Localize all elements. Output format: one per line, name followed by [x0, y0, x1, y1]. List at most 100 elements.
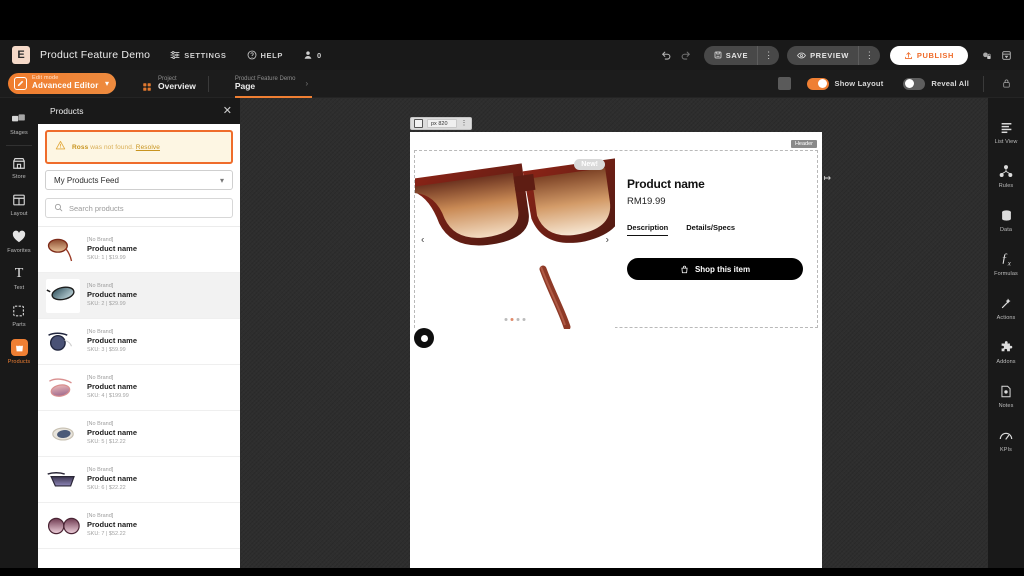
carousel-prev-button[interactable]: ‹ — [421, 235, 424, 246]
publish-button[interactable]: PUBLISH — [889, 45, 968, 65]
search-products-box[interactable]: Search products — [45, 198, 233, 218]
product-brand: [No Brand] — [87, 282, 114, 289]
header-section[interactable]: Header ↦ New! ‹ › Product name RM19.99 D… — [414, 140, 831, 329]
close-icon[interactable]: ✕ — [223, 105, 232, 117]
carousel-dot-active[interactable] — [510, 318, 514, 321]
products-panel-header: Products ✕ — [38, 98, 240, 124]
edit-mode-selector[interactable]: Edit mode Advanced Editor ▾ — [8, 73, 116, 94]
resize-handle-icon[interactable]: ↦ — [823, 173, 831, 184]
shop-this-item-button[interactable]: Shop this item — [627, 258, 803, 280]
product-thumbnail — [46, 232, 80, 267]
undo-button[interactable] — [656, 45, 676, 65]
sidebar-item-notes[interactable]: Notes — [988, 374, 1024, 418]
sidebar-item-favorites[interactable]: Favorites — [0, 222, 38, 259]
sidebar-item-addons[interactable]: Addons — [988, 330, 1024, 374]
resolve-link[interactable]: Resolve — [136, 144, 160, 151]
product-name: Product name — [87, 335, 138, 345]
help-menu-item[interactable]: HELP — [247, 50, 283, 60]
page-preview[interactable]: Header ↦ New! ‹ › Product name RM19.99 D… — [410, 132, 831, 576]
sidebar-label-actions: Actions — [996, 315, 1016, 321]
tab-details-specs[interactable]: Details/Specs — [686, 223, 735, 236]
sidebar-item-layout[interactable]: Layout — [0, 185, 38, 222]
list-item[interactable]: [No Brand] Product name SKU: 1 | $19.99 — [38, 227, 240, 273]
settings-menu-item[interactable]: SETTINGS — [170, 50, 226, 60]
show-layout-toggle-group[interactable]: Show Layout — [806, 77, 884, 90]
sidebar-label-parts: Parts — [12, 322, 26, 328]
archive-icon[interactable] — [996, 45, 1016, 65]
settings-label: SETTINGS — [184, 50, 227, 60]
carousel-dot[interactable] — [504, 318, 508, 321]
collaborators-count: 0 — [316, 50, 322, 60]
carousel-dot[interactable] — [516, 318, 520, 321]
product-tabs[interactable]: Description Details/Specs — [627, 223, 817, 236]
preview-button[interactable]: PREVIEW — [787, 51, 858, 60]
list-item[interactable]: [No Brand] Product name SKU: 4 | $199.99 — [38, 365, 240, 411]
products-list[interactable]: [No Brand] Product name SKU: 1 | $19.99 — [38, 226, 240, 576]
list-item[interactable]: [No Brand] Product name SKU: 6 | $22.22 — [38, 457, 240, 503]
carousel-next-button[interactable]: › — [606, 235, 609, 246]
canvas-size-toolbar[interactable]: px 820 ⋮ — [410, 117, 472, 130]
canvas-product-price: RM19.99 — [627, 196, 666, 207]
show-layout-toggle[interactable] — [806, 77, 829, 90]
list-item[interactable]: [No Brand] Product name SKU: 3 | $59.99 — [38, 319, 240, 365]
puzzle-icon — [998, 339, 1015, 356]
product-brand: [No Brand] — [87, 328, 114, 335]
reveal-all-toggle-group[interactable]: Reveal All — [903, 77, 969, 90]
preview-options-button[interactable]: ⋮ — [857, 45, 880, 65]
sidebar-label-data: Data — [999, 227, 1013, 233]
editor-canvas[interactable]: px 820 ⋮ Header ↦ New! ‹ › Product name … — [240, 98, 988, 576]
sidebar-item-list-view[interactable]: List View — [988, 110, 1024, 154]
carousel-dots[interactable] — [504, 318, 526, 321]
feed-select[interactable]: My Products Feed ▾ — [45, 170, 233, 190]
help-label: HELP — [260, 50, 283, 60]
help-icon — [247, 50, 257, 60]
collaborators-item[interactable]: 0 — [303, 50, 322, 60]
window-bottom-strip — [0, 568, 1024, 576]
app-logo[interactable]: E — [12, 46, 30, 64]
canvas-width-value[interactable]: px 820 — [427, 119, 457, 128]
sidebar-item-kpis[interactable]: KPIs — [988, 418, 1024, 462]
breadcrumb-project[interactable]: Project Overview — [142, 76, 196, 92]
project-icon — [142, 79, 152, 91]
sidebar-item-products[interactable]: Products — [0, 333, 38, 370]
product-image-carousel[interactable]: New! ‹ › — [415, 151, 615, 329]
save-button-group[interactable]: SAVE ⋮ — [703, 45, 780, 65]
list-item[interactable]: [No Brand] Product name SKU: 7 | $52.22 — [38, 503, 240, 549]
breakpoint-icon[interactable] — [414, 119, 423, 128]
sidebar-item-rules[interactable]: Rules — [988, 154, 1024, 198]
section-drag-handle[interactable] — [414, 328, 434, 348]
list-item[interactable]: [No Brand] Product name SKU: 5 | $12.22 — [38, 411, 240, 457]
layout-swatch-button[interactable] — [777, 77, 791, 90]
sidebar-item-text[interactable]: T Text — [0, 259, 38, 296]
feed-warning-body: was not found. — [88, 143, 136, 151]
sidebar-label-list-view: List View — [994, 139, 1018, 145]
product-detail-block: Product name RM19.99 Description Details… — [627, 177, 817, 280]
list-item[interactable]: [No Brand] Product name SKU: 2 | $29.99 — [38, 273, 240, 319]
search-icon — [54, 199, 63, 217]
product-brand: [No Brand] — [87, 420, 114, 427]
product-thumbnail — [46, 370, 80, 405]
edit-mode-text: Edit mode Advanced Editor — [32, 76, 99, 90]
redo-button[interactable] — [676, 45, 696, 65]
canvas-options-button[interactable]: ⋮ — [461, 120, 468, 127]
sidebar-item-stages[interactable]: Stages — [0, 104, 38, 141]
preview-button-group[interactable]: PREVIEW ⋮ — [787, 45, 880, 65]
save-button[interactable]: SAVE — [704, 51, 757, 60]
share-lock-icon[interactable] — [976, 45, 996, 65]
sidebar-item-formulas[interactable]: ƒx Formulas — [988, 242, 1024, 286]
product-info: [No Brand] Product name SKU: 5 | $12.22 — [87, 421, 232, 446]
sidebar-item-actions[interactable]: Actions — [988, 286, 1024, 330]
products-panel-body: Ross was not found. Resolve My Products … — [38, 124, 240, 576]
product-photo — [415, 151, 615, 329]
lock-icon[interactable] — [996, 74, 1016, 94]
breadcrumb-page[interactable]: Product Feature Demo Page — [234, 76, 312, 99]
tab-description[interactable]: Description — [627, 223, 669, 236]
reveal-all-toggle[interactable] — [903, 77, 926, 90]
handle-dot — [420, 334, 428, 342]
sidebar-item-data[interactable]: Data — [988, 198, 1024, 242]
sidebar-item-parts[interactable]: Parts — [0, 296, 38, 333]
sidebar-item-store[interactable]: Store — [0, 148, 38, 185]
carousel-dot[interactable] — [522, 318, 526, 321]
save-options-button[interactable]: ⋮ — [757, 45, 779, 65]
breadcrumb-next-icon[interactable]: › — [306, 79, 309, 88]
